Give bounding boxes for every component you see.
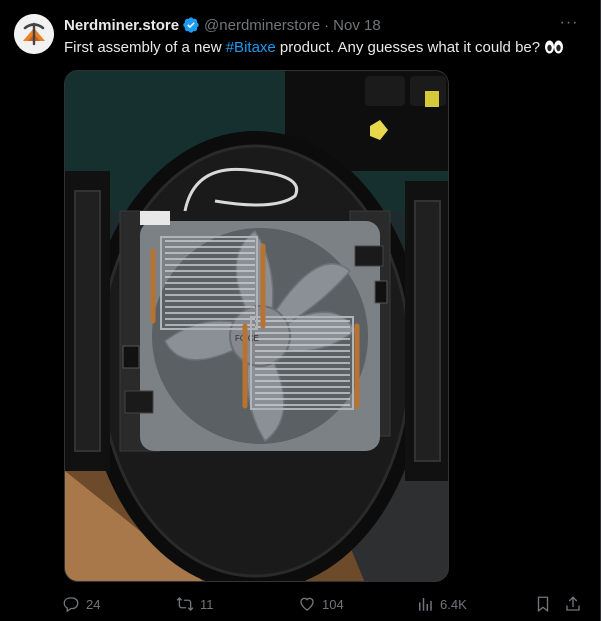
views-button[interactable]: 6.4K [416, 592, 467, 616]
tweet-text-end: product. Any guesses what it could be? [275, 39, 541, 56]
verified-badge-icon[interactable] [182, 16, 200, 34]
tweet-photo[interactable]: FC CE [64, 70, 449, 582]
views-chart-icon [419, 598, 432, 611]
action-bar: 24 11 104 6.4K [62, 592, 586, 616]
repost-icon [176, 597, 194, 611]
repost-button[interactable]: 11 [176, 592, 214, 616]
separator-dot: · [324, 16, 330, 34]
bookmark-icon [537, 596, 549, 613]
like-count: 104 [322, 596, 344, 612]
views-count: 6.4K [440, 596, 467, 612]
more-icon: ··· [559, 14, 579, 31]
tweet-header: Nerdminer.store @nerdminerstore · Nov 18 [64, 15, 381, 35]
reply-icon [63, 597, 79, 613]
tweet-text: First assembly of a new #Bitaxe product.… [64, 38, 564, 58]
heart-icon [300, 597, 314, 611]
more-options-button[interactable]: ··· [558, 14, 580, 32]
bookmark-button[interactable] [534, 592, 552, 616]
repost-count: 11 [200, 596, 214, 612]
like-button[interactable]: 104 [298, 592, 344, 616]
post-date[interactable]: Nov 18 [333, 17, 381, 34]
eyes-emoji-icon [545, 40, 564, 54]
share-button[interactable] [564, 592, 582, 616]
share-icon [566, 596, 580, 611]
handle[interactable]: @nerdminerstore [204, 17, 320, 34]
display-name[interactable]: Nerdminer.store [64, 17, 179, 34]
reply-button[interactable]: 24 [62, 592, 100, 616]
photo-image: FC CE [65, 71, 448, 581]
nerdminer-logo-icon [14, 14, 54, 54]
tweet-text-start: First assembly of a new [64, 39, 226, 56]
reply-count: 24 [86, 596, 101, 612]
tweet[interactable]: Nerdminer.store @nerdminerstore · Nov 18… [0, 0, 601, 621]
avatar[interactable] [14, 14, 54, 54]
hashtag-link[interactable]: #Bitaxe [226, 39, 276, 56]
